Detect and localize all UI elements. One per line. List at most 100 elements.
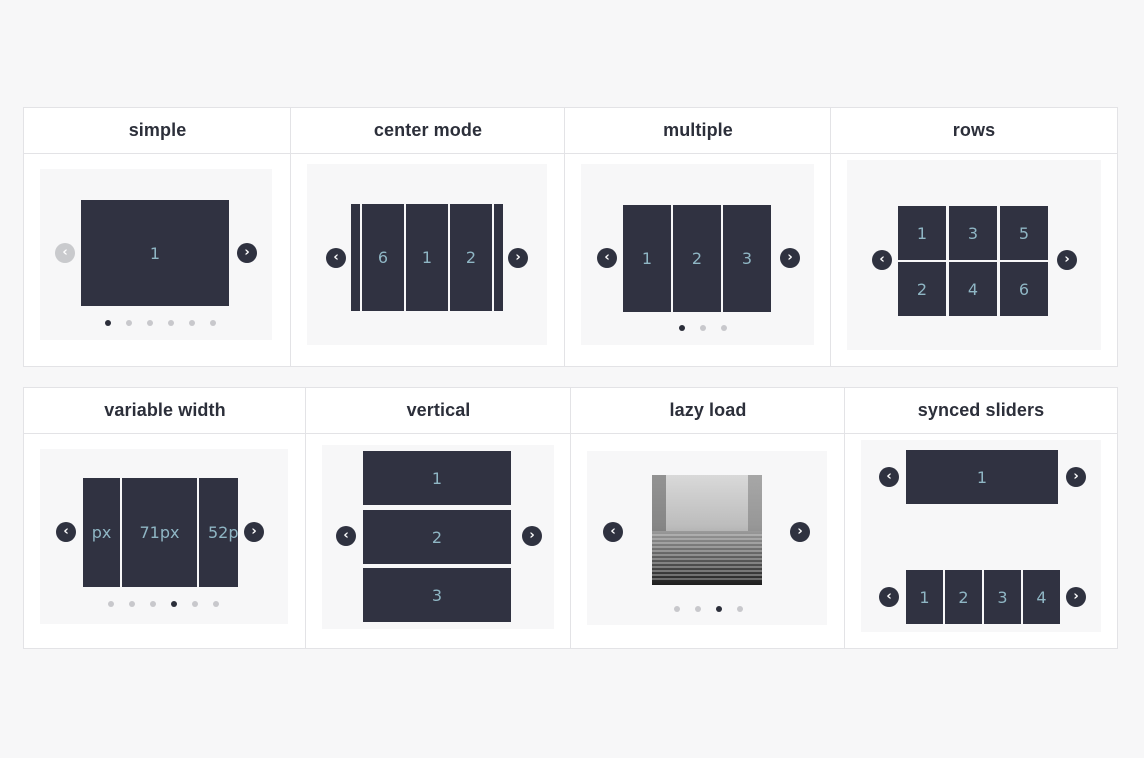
prev-arrow-disabled[interactable]: ‹ bbox=[55, 243, 75, 263]
dot-6[interactable] bbox=[213, 601, 219, 607]
thumb-slide[interactable]: 1 bbox=[906, 570, 943, 624]
dot-2[interactable] bbox=[695, 606, 701, 612]
center-mode-carousel: ‹ 6 1 2 › bbox=[307, 164, 547, 345]
multiple-title: multiple bbox=[565, 108, 831, 154]
next-arrow[interactable]: › bbox=[1057, 250, 1077, 270]
slide: 3 bbox=[363, 568, 511, 622]
slide: 3 bbox=[723, 205, 771, 312]
chevron-left-icon: ‹ bbox=[343, 527, 349, 543]
next-arrow[interactable]: › bbox=[244, 522, 264, 542]
slide: 6 bbox=[1000, 262, 1048, 316]
next-arrow[interactable]: › bbox=[790, 522, 810, 542]
chevron-left-icon: ‹ bbox=[886, 588, 892, 604]
dot-5[interactable] bbox=[189, 320, 195, 326]
slide-center: 1 bbox=[406, 204, 448, 311]
vertical-title: vertical bbox=[306, 388, 571, 434]
chevron-left-icon: ‹ bbox=[879, 251, 885, 267]
row-2-grid: variable width ‹ px 71px 52p › vertical … bbox=[23, 387, 1118, 649]
dot-2[interactable] bbox=[129, 601, 135, 607]
carousel-dots bbox=[105, 320, 216, 326]
lazy-load-carousel: ‹ › bbox=[587, 451, 827, 625]
prev-arrow[interactable]: ‹ bbox=[326, 248, 346, 268]
variable-width-title: variable width bbox=[24, 388, 306, 434]
row-1-grid: simple ‹ 1 › center mode ‹ 6 1 2 › multi… bbox=[23, 107, 1118, 367]
chevron-right-icon: › bbox=[515, 249, 521, 265]
slide: 52p bbox=[199, 478, 238, 587]
carousel-dots bbox=[679, 325, 727, 331]
chevron-left-icon: ‹ bbox=[333, 249, 339, 265]
thumb-slide[interactable]: 4 bbox=[1023, 570, 1060, 624]
slide: 1 bbox=[898, 206, 946, 260]
synced-sliders-title: synced sliders bbox=[845, 388, 1117, 434]
chevron-right-icon: › bbox=[244, 244, 250, 260]
chevron-right-icon: › bbox=[1073, 588, 1079, 604]
rows-panel: rows ‹ 1 3 5 2 4 6 › bbox=[830, 108, 1117, 366]
dot-1[interactable] bbox=[679, 325, 685, 331]
slide: 5 bbox=[1000, 206, 1048, 260]
prev-arrow[interactable]: ‹ bbox=[603, 522, 623, 542]
simple-title: simple bbox=[24, 108, 291, 154]
prev-arrow[interactable]: ‹ bbox=[56, 522, 76, 542]
rows-title: rows bbox=[831, 108, 1117, 154]
main-slide: 1 bbox=[906, 450, 1058, 504]
vertical-carousel: ‹ 1 2 3 › bbox=[322, 445, 554, 629]
lazy-load-title: lazy load bbox=[571, 388, 845, 434]
dot-3[interactable] bbox=[721, 325, 727, 331]
chevron-left-icon: ‹ bbox=[886, 468, 892, 484]
synced-main-carousel: ‹ 1 › ‹ 1 2 3 4 › bbox=[861, 440, 1101, 632]
next-arrow[interactable]: › bbox=[508, 248, 528, 268]
vertical-panel: vertical ‹ 1 2 3 › bbox=[305, 388, 571, 648]
carousel-dots bbox=[674, 606, 743, 612]
center-mode-panel: center mode ‹ 6 1 2 › bbox=[290, 108, 565, 366]
prev-arrow[interactable]: ‹ bbox=[336, 526, 356, 546]
slide-partial-left bbox=[351, 204, 360, 311]
next-arrow[interactable]: › bbox=[1066, 467, 1086, 487]
slide-center: 71px bbox=[122, 478, 197, 587]
dot-4[interactable] bbox=[171, 601, 177, 607]
multiple-panel: multiple ‹ 1 2 3 › bbox=[564, 108, 831, 366]
chevron-right-icon: › bbox=[529, 527, 535, 543]
chevron-left-icon: ‹ bbox=[62, 244, 68, 260]
slide: 1 bbox=[623, 205, 671, 312]
prev-arrow[interactable]: ‹ bbox=[872, 250, 892, 270]
thumb-slide[interactable]: 3 bbox=[984, 570, 1021, 624]
slide: 3 bbox=[949, 206, 997, 260]
stairs-image bbox=[652, 475, 762, 585]
variable-width-panel: variable width ‹ px 71px 52p › bbox=[24, 388, 306, 648]
variable-width-carousel: ‹ px 71px 52p › bbox=[40, 449, 288, 624]
dot-5[interactable] bbox=[192, 601, 198, 607]
synced-sliders-panel: synced sliders ‹ 1 › ‹ 1 2 3 4 › bbox=[844, 388, 1117, 648]
simple-panel: simple ‹ 1 › bbox=[24, 108, 291, 366]
dot-3[interactable] bbox=[716, 606, 722, 612]
next-arrow[interactable]: › bbox=[522, 526, 542, 546]
dot-4[interactable] bbox=[168, 320, 174, 326]
chevron-left-icon: ‹ bbox=[63, 523, 69, 539]
slide: 1 bbox=[81, 200, 229, 306]
foggy-stairs-photo bbox=[652, 475, 762, 585]
chevron-right-icon: › bbox=[787, 249, 793, 265]
chevron-left-icon: ‹ bbox=[610, 523, 616, 539]
dot-3[interactable] bbox=[147, 320, 153, 326]
slide-partial-right bbox=[494, 204, 503, 311]
prev-arrow[interactable]: ‹ bbox=[879, 467, 899, 487]
dot-1[interactable] bbox=[105, 320, 111, 326]
next-arrow[interactable]: › bbox=[237, 243, 257, 263]
dot-2[interactable] bbox=[126, 320, 132, 326]
lazy-load-panel: lazy load ‹ › bbox=[570, 388, 845, 648]
thumb-next-arrow[interactable]: › bbox=[1066, 587, 1086, 607]
chevron-right-icon: › bbox=[797, 523, 803, 539]
thumb-prev-arrow[interactable]: ‹ bbox=[879, 587, 899, 607]
dot-1[interactable] bbox=[108, 601, 114, 607]
dot-1[interactable] bbox=[674, 606, 680, 612]
dot-3[interactable] bbox=[150, 601, 156, 607]
slide: px bbox=[83, 478, 120, 587]
next-arrow[interactable]: › bbox=[780, 248, 800, 268]
prev-arrow[interactable]: ‹ bbox=[597, 248, 617, 268]
dot-4[interactable] bbox=[737, 606, 743, 612]
chevron-left-icon: ‹ bbox=[604, 249, 610, 265]
dot-2[interactable] bbox=[700, 325, 706, 331]
thumb-slide[interactable]: 2 bbox=[945, 570, 982, 624]
multiple-carousel: ‹ 1 2 3 › bbox=[581, 164, 814, 345]
simple-carousel: ‹ 1 › bbox=[40, 169, 272, 340]
dot-6[interactable] bbox=[210, 320, 216, 326]
